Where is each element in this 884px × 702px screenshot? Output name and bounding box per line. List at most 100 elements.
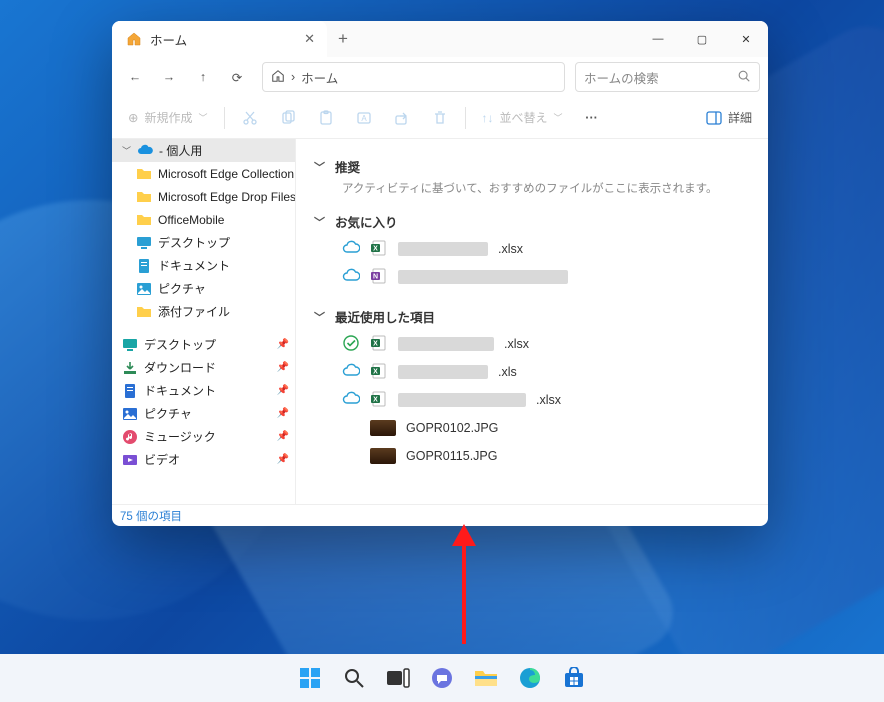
delete-button[interactable]	[423, 103, 457, 133]
taskbar-search[interactable]	[340, 664, 368, 692]
search-icon	[737, 69, 751, 86]
more-button[interactable]: ···	[575, 103, 609, 133]
sidebar-item[interactable]: ダウンロード📌	[112, 356, 295, 379]
sidebar-item[interactable]: OfficeMobile	[112, 208, 295, 231]
file-item[interactable]: GOPR0102.JPG	[314, 414, 750, 442]
sidebar-item-label: デスクトップ	[144, 336, 216, 353]
close-button[interactable]: ✕	[724, 21, 768, 57]
details-icon	[706, 111, 722, 125]
sidebar-item[interactable]: ドキュメント📌	[112, 379, 295, 402]
sidebar-item[interactable]: Microsoft Edge Collection	[112, 162, 295, 185]
taskbar-start[interactable]	[296, 664, 324, 692]
image-thumbnail	[370, 420, 396, 436]
file-item[interactable]: X.xls	[314, 358, 750, 386]
maximize-button[interactable]: ▢	[680, 21, 724, 57]
file-item[interactable]: X .xlsx	[314, 330, 750, 358]
search-placeholder: ホームの検索	[584, 68, 737, 87]
filename-redacted	[398, 242, 488, 256]
svg-text:X: X	[373, 368, 378, 375]
sort-button[interactable]: ↑↓ 並べ替え ﹀	[474, 103, 571, 133]
doc-blue-icon	[136, 258, 152, 274]
sidebar-item-label: Microsoft Edge Collection	[158, 167, 294, 181]
tab-label: ホーム	[150, 30, 296, 49]
status-icon	[342, 449, 360, 463]
status-icon	[342, 421, 360, 435]
file-item[interactable]: GOPR0115.JPG	[314, 442, 750, 470]
file-item[interactable]: X.xlsx	[314, 235, 750, 263]
forward-button[interactable]: →	[154, 62, 184, 92]
section-header[interactable]: ﹀最近使用した項目	[314, 307, 750, 326]
file-ext: .xlsx	[504, 337, 529, 351]
sidebar-item-label: ダウンロード	[144, 359, 216, 376]
new-tab-button[interactable]: +	[327, 29, 359, 49]
paste-button[interactable]	[309, 103, 343, 133]
sidebar-item-label: 添付ファイル	[158, 303, 230, 320]
chevron-down-icon: ﹀	[314, 309, 325, 325]
file-item[interactable]: X.xlsx	[314, 386, 750, 414]
chevron-down-icon: ﹀	[122, 144, 131, 157]
doc-teal-icon	[122, 383, 138, 399]
search-input[interactable]: ホームの検索	[575, 62, 760, 92]
folder-icon	[136, 166, 152, 182]
copy-button[interactable]	[271, 103, 305, 133]
onedrive-icon	[137, 143, 153, 159]
taskbar-chat[interactable]	[428, 664, 456, 692]
svg-text:X: X	[373, 396, 378, 403]
sidebar-item[interactable]: ビデオ📌	[112, 448, 295, 471]
pin-icon: 📌	[277, 339, 289, 350]
rename-button[interactable]: A	[347, 103, 381, 133]
section-header[interactable]: ﹀お気に入り	[314, 212, 750, 231]
desktop-teal-icon	[122, 337, 138, 353]
toolbar-divider	[224, 107, 225, 129]
excel-icon: X	[370, 334, 388, 355]
sidebar-item[interactable]: ﹀- 個人用	[112, 139, 295, 162]
refresh-button[interactable]: ⟳	[222, 62, 252, 92]
file-item[interactable]: N	[314, 263, 750, 291]
tab-home[interactable]: ホーム ✕	[112, 21, 327, 57]
back-button[interactable]: ←	[120, 62, 150, 92]
new-button[interactable]: ⊕ 新規作成 ﹀	[120, 103, 216, 133]
sidebar-item[interactable]: 添付ファイル	[112, 300, 295, 323]
excel-icon: X	[370, 362, 388, 383]
svg-text:X: X	[373, 245, 378, 252]
chevron-down-icon: ﹀	[314, 159, 325, 175]
file-explorer-window: ホーム ✕ + ― ▢ ✕ ← → ↑ ⟳ › ホーム ホームの検索	[112, 21, 768, 526]
music-icon	[122, 429, 138, 445]
annotation-arrow	[450, 524, 478, 646]
sidebar-item[interactable]: デスクトップ	[112, 231, 295, 254]
address-bar[interactable]: › ホーム	[262, 62, 565, 92]
section-title: 推奨	[335, 157, 360, 176]
sidebar-item-label: ピクチャ	[158, 280, 206, 297]
chevron-down-icon: ﹀	[554, 111, 563, 124]
minimize-button[interactable]: ―	[636, 21, 680, 57]
taskbar-store[interactable]	[560, 664, 588, 692]
taskbar-edge[interactable]	[516, 664, 544, 692]
filename-redacted	[398, 393, 526, 407]
sidebar-item-label: Microsoft Edge Drop Files	[158, 190, 295, 204]
up-button[interactable]: ↑	[188, 62, 218, 92]
sidebar-item[interactable]: デスクトップ 📌	[112, 333, 295, 356]
sidebar-item[interactable]: ピクチャ	[112, 277, 295, 300]
toolbar-divider	[465, 107, 466, 129]
details-button[interactable]: 詳細	[698, 103, 760, 133]
titlebar: ホーム ✕ + ― ▢ ✕	[112, 21, 768, 57]
sidebar-item[interactable]: ドキュメント	[112, 254, 295, 277]
section-header[interactable]: ﹀ 推奨	[314, 157, 750, 176]
tab-close-icon[interactable]: ✕	[304, 31, 315, 47]
taskbar-explorer[interactable]	[472, 664, 500, 692]
download-icon	[122, 360, 138, 376]
cut-button[interactable]	[233, 103, 267, 133]
sort-icon: ↑↓	[482, 111, 494, 125]
home-icon	[271, 69, 285, 86]
svg-text:N: N	[373, 273, 378, 280]
sidebar-item[interactable]: ピクチャ📌	[112, 402, 295, 425]
taskbar-taskview[interactable]	[384, 664, 412, 692]
crumb-sep: ›	[291, 70, 295, 84]
sidebar-item[interactable]: Microsoft Edge Drop Files	[112, 185, 295, 208]
sidebar-item[interactable]: ミュージック📌	[112, 425, 295, 448]
share-button[interactable]	[385, 103, 419, 133]
desktop-blue-icon	[136, 235, 152, 251]
sidebar-item-label: OfficeMobile	[158, 213, 224, 227]
file-label: GOPR0102.JPG	[406, 421, 498, 435]
sidebar-item-label: ビデオ	[144, 451, 180, 468]
